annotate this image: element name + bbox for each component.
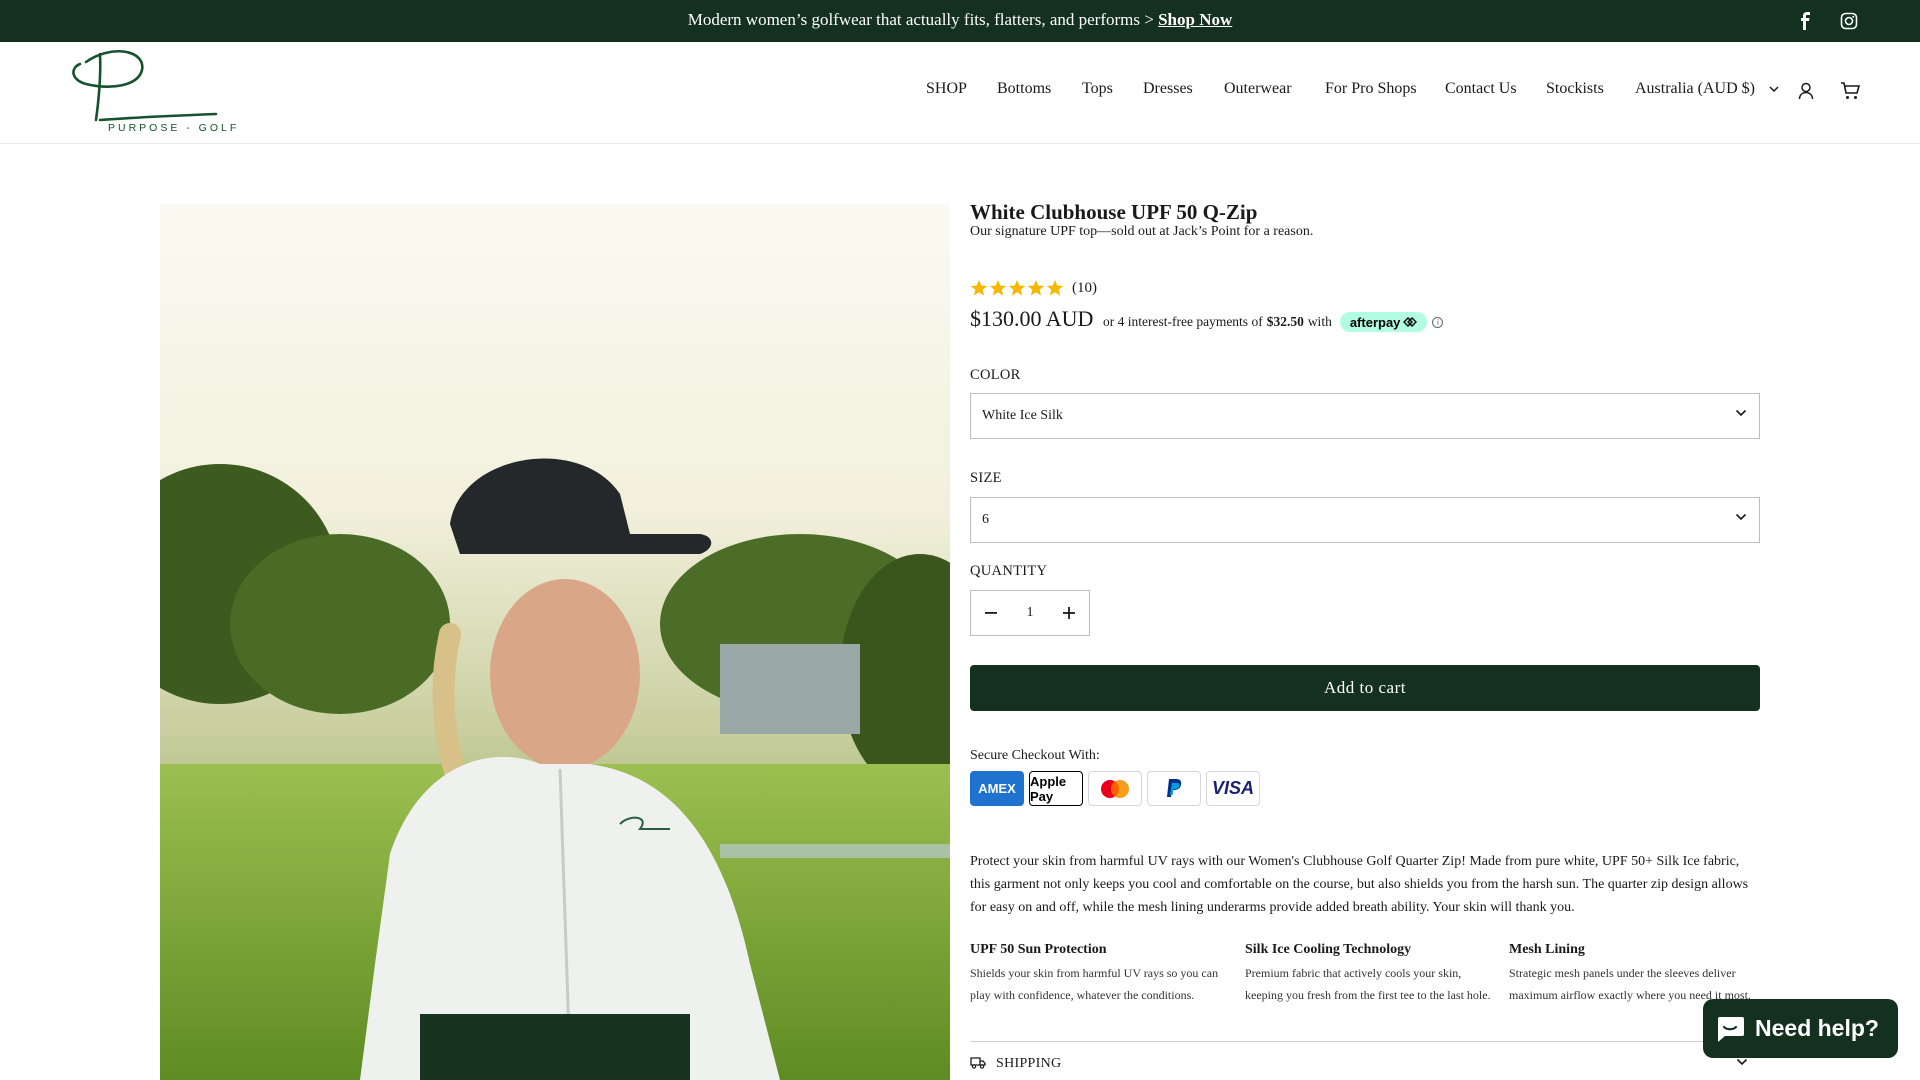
product-subtitle: Our signature UPF top—sold out at Jack’s… [970,224,1314,239]
size-select[interactable]: 6 [970,497,1760,543]
color-select[interactable]: White Ice Silk [970,393,1760,439]
feature-title: Mesh Lining [1509,942,1585,957]
visa-label: VISA [1211,778,1254,798]
currency-label: Australia (AUD $) [1635,80,1755,97]
chevron-down-icon [1736,1058,1748,1066]
afterpay-arrows-icon [1403,317,1418,327]
star-rating-icon [970,280,1064,296]
product-description: Protect your skin from harmful UV rays w… [970,854,1749,915]
quantity-label: QUANTITY [970,563,1048,579]
amex-icon: AMEX [970,771,1024,806]
apple-pay-label: Apple Pay [1030,773,1067,804]
nav-contact-us[interactable]: Contact Us [1445,80,1517,98]
color-value: White Ice Silk [982,408,1063,423]
product-price: $130.00 AUD [970,306,1094,331]
chevron-down-icon [1735,409,1747,417]
quantity-decrease-button[interactable] [971,591,1011,635]
announcement-text: Modern women’s golfwear that actually fi… [0,10,1920,30]
feature-mesh-lining: Mesh Lining Strategic mesh panels under … [1509,942,1759,1006]
paypal-icon [1147,771,1201,806]
product-title: White Clubhouse UPF 50 Q-Zip [970,200,1258,224]
announcement-message: Modern women’s golfwear that actually fi… [687,10,1154,29]
nav-stockists[interactable]: Stockists [1546,80,1604,98]
apple-pay-icon: Apple Pay [1029,771,1083,806]
quantity-stepper: 1 [970,590,1090,636]
chevron-down-icon [1735,513,1747,521]
need-help-chat-button[interactable]: Need help? [1703,999,1898,1058]
need-help-label: Need help? [1755,1015,1879,1041]
site-header: PURPOSE - GOLF SHOP Bottoms Tops Dresses… [0,42,1920,144]
quantity-input[interactable]: 1 [1011,605,1049,621]
logo-text: PURPOSE - GOLF [108,122,240,134]
chat-icon [1718,1016,1744,1042]
brand-logo[interactable]: PURPOSE - GOLF [66,48,236,138]
afterpay-installments: or 4 interest-free payments of $32.50 wi… [1103,312,1444,332]
nav-outerwear[interactable]: Outerwear [1224,80,1292,98]
nav-dresses[interactable]: Dresses [1143,80,1193,98]
size-value: 6 [982,512,989,527]
installments-suffix: with [1307,314,1332,329]
chevron-down-icon [1769,86,1779,93]
afterpay-label: afterpay [1349,314,1401,330]
add-to-cart-button[interactable]: Add to cart [970,665,1760,711]
shipping-label: SHIPPING [996,1056,1062,1071]
shipping-accordion[interactable]: SHIPPING [970,1041,1760,1080]
truck-icon [970,1057,986,1069]
feature-title: UPF 50 Sun Protection [970,942,1107,957]
installments-amount: $32.50 [1266,314,1304,329]
facebook-icon[interactable] [1794,10,1816,32]
visa-icon: VISA [1206,771,1260,806]
afterpay-badge[interactable]: afterpay [1339,312,1428,332]
product-image[interactable] [160,204,950,1080]
minus-icon [985,612,997,614]
instagram-icon[interactable] [1838,10,1860,32]
announcement-bar: Modern women’s golfwear that actually fi… [0,0,1920,42]
nav-shop[interactable]: SHOP [926,80,967,98]
nav-tops[interactable]: Tops [1082,80,1113,98]
feature-silk-ice: Silk Ice Cooling Technology Premium fabr… [1245,942,1495,1006]
feature-title: Silk Ice Cooling Technology [1245,942,1412,957]
rating[interactable]: (10) [970,279,1097,297]
quantity-increase-button[interactable] [1049,591,1089,635]
feature-text: Shields your skin from harmful UV rays s… [970,966,1219,1002]
amex-label: AMEX [978,781,1016,796]
info-icon[interactable]: i [1432,316,1444,328]
payment-methods: AMEX Apple Pay VISA [970,771,1260,806]
logo-mark-icon [72,49,218,122]
plus-icon [1063,607,1075,619]
shop-now-link[interactable]: Shop Now [1158,10,1232,29]
nav-bottoms[interactable]: Bottoms [997,80,1051,98]
currency-selector[interactable]: Australia (AUD $) [1635,80,1779,98]
color-label: COLOR [970,367,1021,383]
feature-upf: UPF 50 Sun Protection Shields your skin … [970,942,1220,1006]
account-icon[interactable] [1795,80,1817,102]
cart-icon[interactable] [1839,80,1861,102]
mastercard-icon [1088,771,1142,806]
secure-checkout-label: Secure Checkout With: [970,748,1100,763]
nav-for-pro-shops[interactable]: For Pro Shops [1325,80,1417,98]
size-label: SIZE [970,470,1002,486]
rating-count[interactable]: (10) [1072,280,1097,297]
installments-prefix: or 4 interest-free payments of [1103,314,1263,329]
feature-text: Premium fabric that actively cools your … [1245,966,1491,1002]
